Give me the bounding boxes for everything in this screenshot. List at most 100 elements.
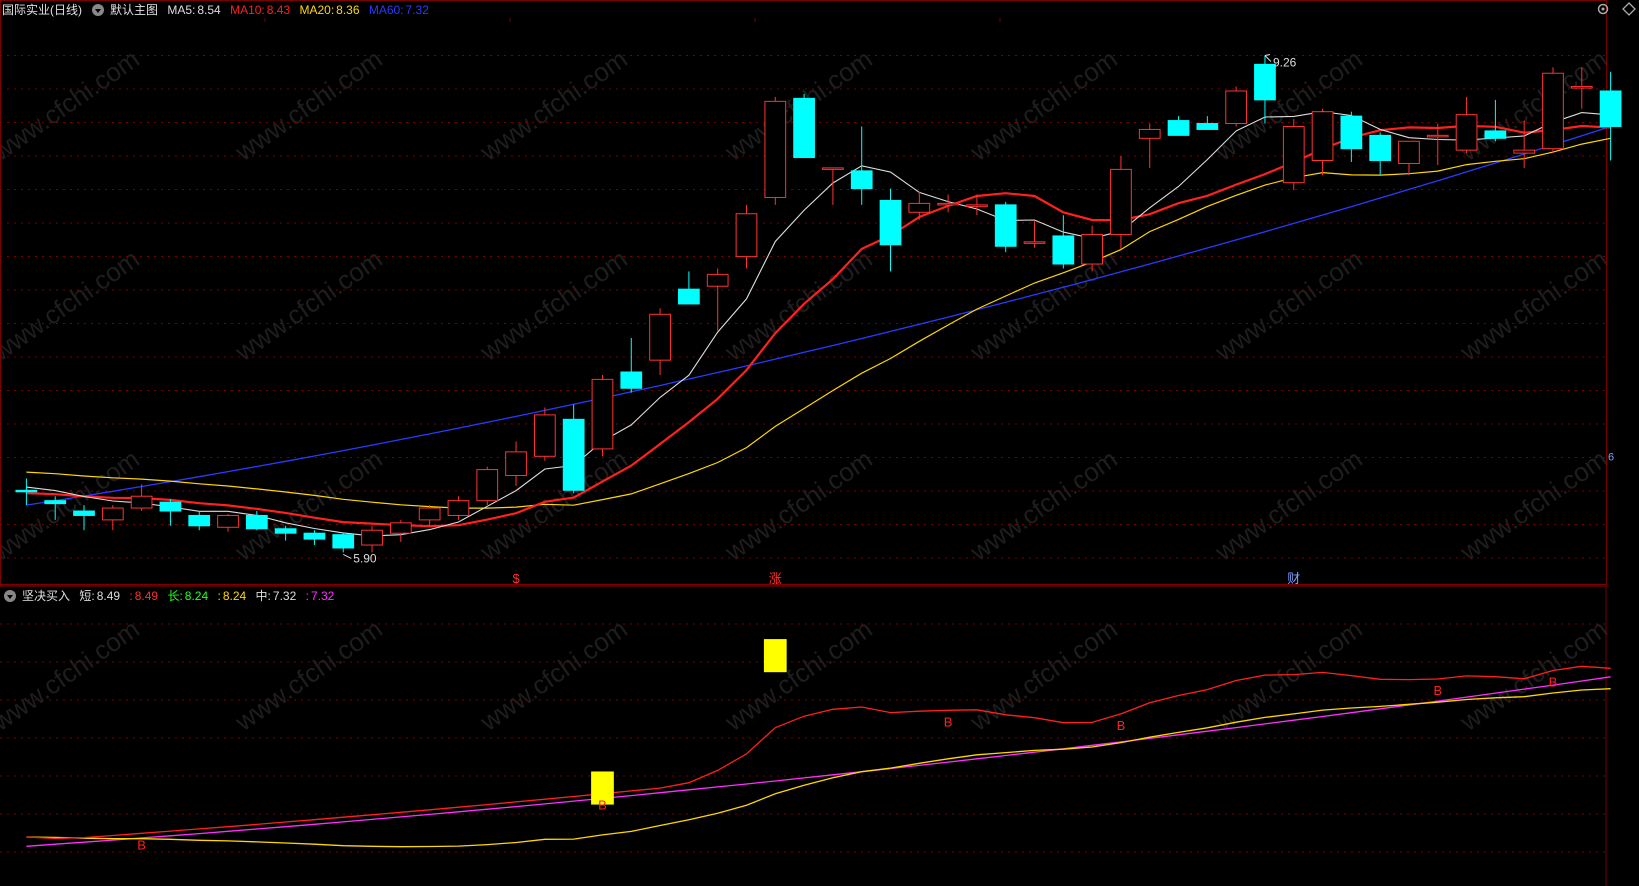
candle-body-down — [678, 288, 700, 305]
buy-marker: B — [1117, 718, 1126, 733]
mid-label: 中: — [255, 589, 271, 603]
candle-body-up — [591, 378, 614, 450]
candle-body-up — [1570, 86, 1593, 89]
indicator-header: 坚决买入 短: 8.49 :8.49 长: 8.24 :8.24 中: 7.32 :7… — [0, 586, 340, 606]
candle — [15, 478, 38, 506]
candle-body-up — [735, 213, 758, 258]
candle-body-up — [1081, 233, 1104, 265]
candle-body-up — [361, 529, 383, 546]
candle-body-down — [73, 510, 95, 516]
candle — [649, 308, 671, 375]
candle — [822, 167, 844, 205]
candle — [879, 188, 902, 272]
candle — [1196, 116, 1219, 130]
candle-body-down — [562, 418, 585, 491]
candle-body-down — [1599, 90, 1622, 127]
high-price-label: 9.26 — [1273, 55, 1297, 69]
candle — [476, 466, 499, 506]
buy-marker: B — [1433, 683, 1442, 698]
candle — [735, 204, 758, 269]
candle — [706, 268, 729, 331]
candle-body-up — [418, 507, 441, 521]
candle-body-down — [15, 489, 38, 493]
candle — [562, 404, 585, 494]
stock-title[interactable]: 国际实业(日线) — [2, 3, 82, 17]
mid-alt-value: 7.32 — [310, 589, 335, 603]
candle-body-up — [130, 495, 153, 509]
candle — [447, 496, 470, 520]
candle — [505, 441, 527, 486]
candle — [1052, 215, 1075, 269]
candle — [1426, 123, 1449, 165]
candle — [217, 513, 239, 532]
long-alt-label: : — [217, 589, 221, 603]
main-panel-frame — [0, 0, 1607, 585]
candle-body-up — [1138, 128, 1161, 139]
indicator-short-line — [26, 665, 1611, 840]
candle — [1167, 116, 1190, 136]
candle-body-down — [1196, 123, 1219, 130]
candle-body-down — [159, 501, 182, 512]
candle — [1340, 111, 1363, 162]
candle — [188, 511, 211, 531]
candle-body-down — [1167, 120, 1190, 136]
candle-body-up — [217, 514, 239, 528]
candle-body-up — [937, 202, 959, 206]
candle-body-up — [1513, 149, 1536, 154]
short-value: 8.49 — [96, 589, 121, 603]
candle-body-down — [332, 534, 355, 549]
short-alt-label: : — [129, 589, 133, 603]
diamond-toggle-icon[interactable] — [1622, 2, 1636, 16]
long-label: 长: — [167, 589, 183, 603]
candle-body-up — [505, 451, 527, 477]
candle-body-down — [245, 514, 268, 530]
ma10-value: 8.43 — [266, 3, 291, 17]
candle — [994, 201, 1017, 253]
candle — [1513, 120, 1536, 168]
candle-body-up — [389, 522, 412, 534]
candlestick-chart: B B B B B B 9.26 5.90 $ 涨 财 6 — [0, 0, 1622, 886]
candle-body-down — [879, 199, 902, 246]
ma20-value: 8.36 — [336, 3, 360, 17]
short-label: 短: — [79, 589, 95, 603]
candle-body-up — [1455, 114, 1478, 151]
candle-body-down — [793, 97, 815, 159]
candle — [1282, 119, 1305, 191]
ma60-value: 7.32 — [405, 3, 429, 17]
indicator-menu-icon[interactable] — [4, 589, 16, 602]
candle-body-up — [1426, 134, 1449, 138]
candle — [332, 533, 355, 553]
indicator-name[interactable]: 坚决买入 — [22, 589, 70, 603]
main-chart-label[interactable]: 默认主图 — [110, 3, 158, 17]
mid-alt-label: : — [305, 589, 309, 603]
candle-body-down — [1484, 130, 1507, 139]
chart-menu-icon[interactable] — [92, 3, 104, 16]
settings-gear-icon[interactable] — [1596, 2, 1610, 16]
buy-marker: B — [944, 714, 953, 729]
ma5-value: 8.54 — [197, 3, 221, 17]
candle-body-down — [1052, 235, 1075, 265]
candle-body-down — [850, 170, 873, 190]
candle — [361, 525, 383, 553]
candle — [159, 499, 182, 526]
candle-body-up — [1311, 111, 1334, 162]
candle — [793, 93, 815, 159]
mid-value: 7.32 — [272, 589, 297, 603]
candle-body-down — [303, 532, 326, 540]
candle — [1369, 132, 1392, 176]
candle-body-up — [908, 202, 931, 213]
candle — [591, 374, 614, 457]
candle-body-up — [1110, 168, 1132, 235]
long-alt-value: 8.24 — [222, 589, 247, 603]
long-value: 8.24 — [184, 589, 209, 603]
candle-body-down — [274, 528, 297, 534]
candle-body-up — [649, 313, 671, 361]
candle — [620, 337, 643, 393]
candle — [764, 96, 787, 205]
candle-body-up — [1542, 72, 1564, 150]
buy-marker: B — [598, 798, 607, 813]
candle — [1311, 108, 1334, 176]
candle-body-up — [1398, 140, 1420, 164]
ma10-line — [26, 124, 1611, 528]
ma10-label: MA10: — [230, 3, 265, 17]
